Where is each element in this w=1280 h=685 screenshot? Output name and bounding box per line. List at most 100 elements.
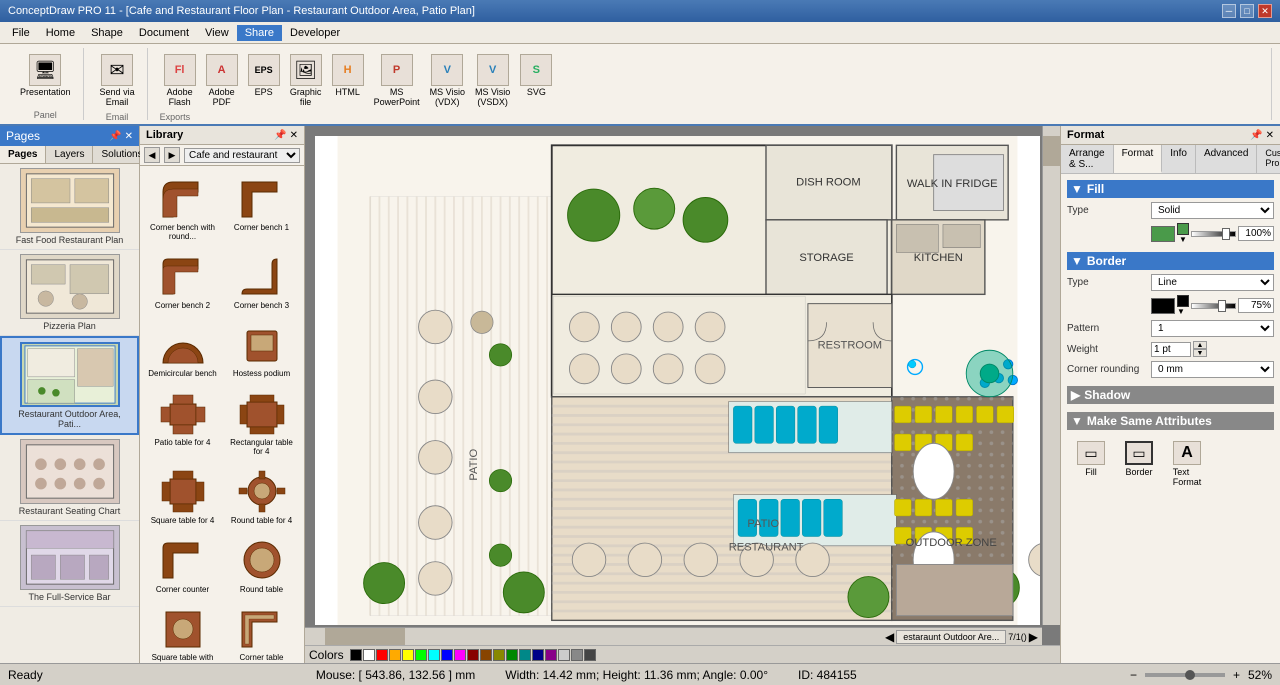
border-section-header[interactable]: ▼ Border bbox=[1067, 252, 1274, 270]
fill-opacity-input[interactable] bbox=[1238, 226, 1274, 241]
make-same-fill-btn[interactable]: ▭ Fill bbox=[1071, 438, 1111, 490]
lib-item-demicircular-bench[interactable]: Demicircular bench bbox=[144, 316, 221, 383]
color-swatch-light-gray[interactable] bbox=[558, 649, 570, 661]
canvas-page-nav-right[interactable]: ▶ bbox=[1029, 630, 1038, 644]
lib-item-round-table-4[interactable]: Round table for 4 bbox=[223, 463, 300, 530]
lib-item-corner-counter[interactable]: Corner counter bbox=[144, 532, 221, 599]
menu-document[interactable]: Document bbox=[131, 25, 197, 41]
color-swatch-orange[interactable] bbox=[389, 649, 401, 661]
make-same-text-btn[interactable]: A TextFormat bbox=[1167, 438, 1207, 490]
lib-item-square-table-4[interactable]: Square table for 4 bbox=[144, 463, 221, 530]
border-weight-spinner[interactable]: ▲ ▼ bbox=[1193, 341, 1207, 357]
ribbon-btn-adobe-pdf[interactable]: A AdobePDF bbox=[202, 52, 242, 110]
color-swatch-yellow[interactable] bbox=[402, 649, 414, 661]
canvas-tab-label[interactable]: estaraunt Outdoor Are... bbox=[896, 630, 1006, 644]
color-swatch-brown[interactable] bbox=[480, 649, 492, 661]
tab-custom-pro[interactable]: Custom Pro... bbox=[1257, 145, 1280, 173]
format-close-button[interactable]: ✕ bbox=[1266, 130, 1274, 141]
color-swatch-dark-red[interactable] bbox=[467, 649, 479, 661]
ribbon-btn-visio-vsdx[interactable]: V MS Visio(VSDX) bbox=[471, 52, 514, 110]
color-swatch-red[interactable] bbox=[376, 649, 388, 661]
zoom-out-button[interactable]: − bbox=[1130, 668, 1137, 682]
ribbon-btn-svg[interactable]: S SVG bbox=[516, 52, 556, 100]
color-swatch-olive[interactable] bbox=[493, 649, 505, 661]
lib-item-patio-table-4[interactable]: Patio table for 4 bbox=[144, 385, 221, 461]
fill-section-header[interactable]: ▼ Fill bbox=[1067, 180, 1274, 198]
fill-color-swatch[interactable] bbox=[1151, 226, 1175, 242]
page-item-fast-food[interactable]: Fast Food Restaurant Plan bbox=[0, 164, 139, 250]
ribbon-btn-eps[interactable]: EPS EPS bbox=[244, 52, 284, 100]
make-same-border-btn[interactable]: ▭ Border bbox=[1119, 438, 1159, 490]
lib-item-corner-bench-1[interactable]: Corner bench 1 bbox=[223, 170, 300, 246]
ribbon-btn-visio-vdx[interactable]: V MS Visio(VDX) bbox=[426, 52, 469, 110]
tab-arrange[interactable]: Arrange & S... bbox=[1061, 145, 1114, 173]
color-swatch-dark-gray[interactable] bbox=[584, 649, 596, 661]
color-swatch-navy[interactable] bbox=[532, 649, 544, 661]
color-swatch-black[interactable] bbox=[350, 649, 362, 661]
close-button[interactable]: ✕ bbox=[1258, 4, 1272, 18]
page-item-restaurant-outdoor[interactable]: Restaurant Outdoor Area, Pati... bbox=[0, 336, 139, 435]
color-swatch-teal[interactable] bbox=[519, 649, 531, 661]
color-swatch-gray[interactable] bbox=[571, 649, 583, 661]
tab-pages[interactable]: Pages bbox=[0, 146, 46, 163]
zoom-slider[interactable] bbox=[1145, 673, 1225, 677]
tab-format[interactable]: Format bbox=[1114, 145, 1163, 173]
lib-item-square-table-round[interactable]: Square table with round... bbox=[144, 600, 221, 663]
library-nav-forward[interactable]: ▶ bbox=[164, 147, 180, 163]
lib-item-round-table[interactable]: Round table bbox=[223, 532, 300, 599]
color-swatch-green[interactable] bbox=[415, 649, 427, 661]
canvas[interactable]: DISH ROOM WALK IN FRIDGE STORAGE KITCHEN bbox=[315, 136, 1040, 625]
lib-item-hostess-podium[interactable]: Hostess podium bbox=[223, 316, 300, 383]
page-item-full-service-bar[interactable]: The Full-Service Bar bbox=[0, 521, 139, 607]
color-swatch-purple[interactable] bbox=[545, 649, 557, 661]
border-pattern-select[interactable]: 1 2 3 bbox=[1151, 320, 1274, 337]
ribbon-btn-graphic[interactable]: 🖼 Graphicfile bbox=[286, 52, 326, 110]
border-corner-select[interactable]: 0 mm 1 mm 2 mm bbox=[1151, 361, 1274, 378]
page-item-pizzeria[interactable]: Pizzeria Plan bbox=[0, 250, 139, 336]
page-item-seating-chart[interactable]: Restaurant Seating Chart bbox=[0, 435, 139, 521]
border-type-select[interactable]: Line None Dashed bbox=[1151, 274, 1274, 291]
minimize-button[interactable]: ─ bbox=[1222, 4, 1236, 18]
library-category-select[interactable]: Cafe and restaurant bbox=[184, 148, 300, 163]
color-swatch-blue[interactable] bbox=[441, 649, 453, 661]
pages-pin-button[interactable]: 📌 bbox=[109, 131, 121, 142]
border-color-swatch[interactable] bbox=[1151, 298, 1175, 314]
tab-advanced[interactable]: Advanced bbox=[1196, 145, 1257, 173]
fill-color-btn[interactable]: ▼ bbox=[1177, 223, 1189, 244]
ribbon-btn-presentation[interactable]: 🖥 Presentation bbox=[16, 52, 75, 100]
menu-shape[interactable]: Shape bbox=[83, 25, 131, 41]
color-swatch-white[interactable] bbox=[363, 649, 375, 661]
ribbon-btn-send-email[interactable]: ✉ Send viaEmail bbox=[96, 52, 139, 110]
lib-item-rect-table-4[interactable]: Rectangular table for 4 bbox=[223, 385, 300, 461]
lib-item-corner-bench-3[interactable]: Corner bench 3 bbox=[223, 248, 300, 315]
border-opacity-input[interactable] bbox=[1238, 298, 1274, 313]
lib-item-corner-table[interactable]: Corner table bbox=[223, 600, 300, 663]
canvas-scroll[interactable]: DISH ROOM WALK IN FRIDGE STORAGE KITCHEN bbox=[305, 126, 1060, 645]
color-swatch-cyan[interactable] bbox=[428, 649, 440, 661]
ribbon-btn-adobe-flash[interactable]: Fl AdobeFlash bbox=[160, 52, 200, 110]
library-close-button[interactable]: ✕ bbox=[290, 130, 298, 141]
menu-home[interactable]: Home bbox=[38, 25, 83, 41]
tab-layers[interactable]: Layers bbox=[46, 146, 93, 163]
color-swatch-magenta[interactable] bbox=[454, 649, 466, 661]
weight-spin-up[interactable]: ▲ bbox=[1193, 341, 1207, 349]
ribbon-btn-powerpoint[interactable]: P MSPowerPoint bbox=[370, 52, 424, 110]
menu-developer[interactable]: Developer bbox=[282, 25, 348, 41]
lib-item-corner-bench-round[interactable]: Corner bench with round... bbox=[144, 170, 221, 246]
fill-type-select[interactable]: Solid None Linear bbox=[1151, 202, 1274, 219]
library-pin-button[interactable]: 📌 bbox=[274, 130, 286, 141]
color-swatch-dark-green[interactable] bbox=[506, 649, 518, 661]
border-opacity-slider[interactable] bbox=[1191, 303, 1236, 309]
tab-info[interactable]: Info bbox=[1162, 145, 1196, 173]
make-same-header[interactable]: ▼ Make Same Attributes bbox=[1067, 412, 1274, 430]
canvas-scrollbar-vertical[interactable] bbox=[1042, 126, 1060, 625]
menu-file[interactable]: File bbox=[4, 25, 38, 41]
maximize-button[interactable]: □ bbox=[1240, 4, 1254, 18]
zoom-in-button[interactable]: + bbox=[1233, 668, 1240, 682]
library-nav-back[interactable]: ◀ bbox=[144, 147, 160, 163]
lib-item-corner-bench-2[interactable]: Corner bench 2 bbox=[144, 248, 221, 315]
menu-share[interactable]: Share bbox=[237, 25, 282, 41]
border-color-btn[interactable]: ▼ bbox=[1177, 295, 1189, 316]
pages-close-button[interactable]: ✕ bbox=[125, 131, 133, 142]
format-pin-button[interactable]: 📌 bbox=[1250, 130, 1262, 141]
